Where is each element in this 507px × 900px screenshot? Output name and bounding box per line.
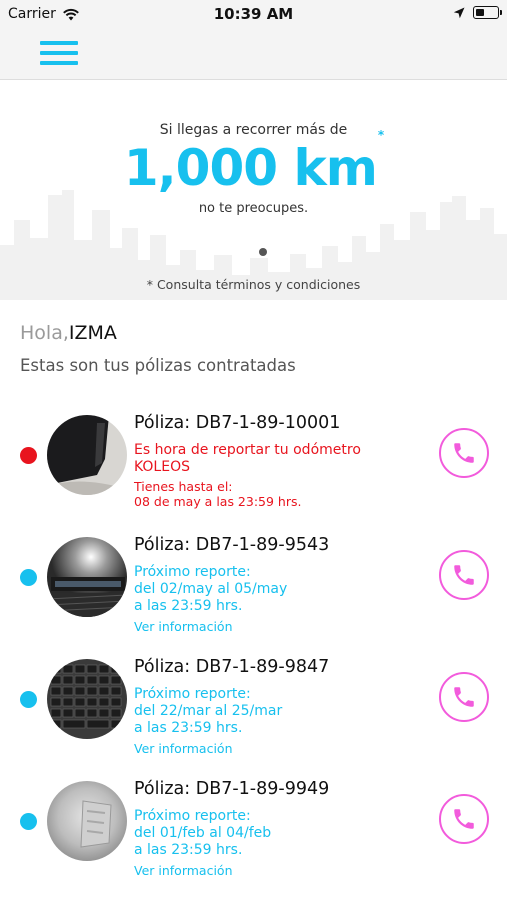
odometer-photo xyxy=(47,537,127,617)
policy-item[interactable]: Póliza: DB7-1-89-9949 Próximo reporte: d… xyxy=(0,771,507,889)
terms-link[interactable]: * Consulta términos y condiciones xyxy=(0,277,507,292)
call-button[interactable] xyxy=(439,672,489,722)
phone-icon xyxy=(454,443,474,463)
policy-item[interactable]: Póliza: DB7-1-89-9543 Próximo reporte: d… xyxy=(0,527,507,645)
policy-number: Póliza: DB7-1-89-9949 xyxy=(134,779,330,799)
hamburger-menu-icon[interactable] xyxy=(40,38,78,66)
policy-number: Póliza: DB7-1-89-9847 xyxy=(134,657,330,677)
ok-status-dot xyxy=(20,691,37,708)
call-button[interactable] xyxy=(439,550,489,600)
carousel-page-indicator[interactable] xyxy=(259,248,267,256)
view-info-link[interactable]: Ver información xyxy=(134,741,233,757)
greeting: Hola,IZMA xyxy=(20,322,117,344)
nav-bar xyxy=(0,28,507,80)
call-button[interactable] xyxy=(439,428,489,478)
keyboard-photo xyxy=(47,659,127,739)
clock: 10:39 AM xyxy=(213,5,294,23)
policy-number: Póliza: DB7-1-89-9543 xyxy=(134,535,330,555)
status-bar: Carrier 10:39 AM xyxy=(0,0,507,28)
view-info-link[interactable]: Ver información xyxy=(134,619,233,635)
report-time: a las 23:59 hrs. xyxy=(134,598,243,614)
policy-item[interactable]: Póliza: DB7-1-89-9847 Próximo reporte: d… xyxy=(0,649,507,767)
vehicle-model: KOLEOS xyxy=(134,459,190,475)
next-report-label: Próximo reporte: xyxy=(134,808,251,824)
banner-subtext: no te preocupes. xyxy=(198,201,309,216)
view-info-link[interactable]: Ver información xyxy=(134,863,233,879)
phone-icon xyxy=(454,687,474,707)
policies-subtitle: Estas son tus pólizas contratadas xyxy=(20,356,296,375)
report-date-range: del 02/may al 05/may xyxy=(134,581,288,597)
user-name: IZMA xyxy=(68,322,117,344)
ok-status-dot xyxy=(20,813,37,830)
next-report-label: Próximo reporte: xyxy=(134,564,251,580)
vehicle-photo xyxy=(47,415,127,495)
phone-icon xyxy=(454,565,474,585)
banner-asterisk: * xyxy=(377,128,384,143)
call-button[interactable] xyxy=(439,794,489,844)
phone-icon xyxy=(454,809,474,829)
odometer-alert-text: Es hora de reportar tu odómetro xyxy=(134,442,361,458)
report-time: a las 23:59 hrs. xyxy=(134,720,243,736)
alert-status-dot xyxy=(20,447,37,464)
device-photo xyxy=(47,781,127,861)
next-report-label: Próximo reporte: xyxy=(134,686,251,702)
banner-highlight-value: 1,000 km* xyxy=(123,128,384,197)
report-time: a las 23:59 hrs. xyxy=(134,842,243,858)
greeting-hello: Hola, xyxy=(20,322,69,344)
report-date-range: del 22/mar al 25/mar xyxy=(134,703,283,719)
ok-status-dot xyxy=(20,569,37,586)
policy-item[interactable]: Póliza: DB7-1-89-10001 Es hora de report… xyxy=(0,405,507,523)
location-arrow-icon xyxy=(453,7,465,18)
battery-icon xyxy=(473,6,502,19)
report-date-range: del 01/feb al 04/feb xyxy=(134,825,272,841)
policy-number: Póliza: DB7-1-89-10001 xyxy=(134,413,341,433)
banner-intro-text: Si llegas a recorrer más de xyxy=(159,122,348,138)
deadline-label: Tienes hasta el: xyxy=(134,479,233,494)
promo-banner[interactable]: Si llegas a recorrer más de 1,000 km* no… xyxy=(0,81,507,300)
deadline-date: 08 de may a las 23:59 hrs. xyxy=(134,494,302,509)
